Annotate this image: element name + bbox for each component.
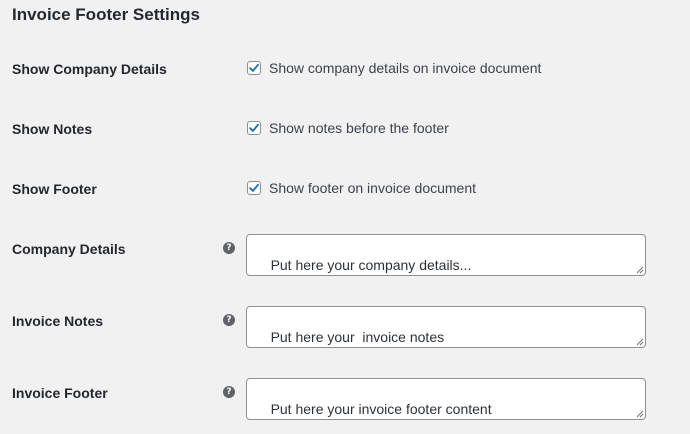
invoice-footer-settings-panel: Invoice Footer Settings Show Company Det… [0,0,690,434]
help-icon[interactable]: ? [223,386,235,398]
show-notes-checkbox-label: Show notes before the footer [269,120,449,136]
show-notes-label: Show Notes [12,121,93,137]
invoice-footer-textarea[interactable]: Put here your invoice footer content [246,378,646,420]
page-title: Invoice Footer Settings [12,5,200,24]
resize-handle-icon[interactable] [636,266,644,274]
show-footer-checkbox[interactable] [247,181,261,195]
show-footer-option[interactable]: Show footer on invoice document [247,179,476,197]
invoice-notes-textarea[interactable]: Put here your invoice notes [246,306,646,348]
show-company-details-label: Show Company Details [12,61,167,77]
resize-handle-icon[interactable] [636,410,644,418]
show-footer-label: Show Footer [12,181,97,197]
invoice-notes-label: Invoice Notes [12,313,104,329]
show-company-details-option[interactable]: Show company details on invoice document [247,59,541,77]
show-footer-checkbox-label: Show footer on invoice document [269,180,477,196]
checkmark-icon [249,63,259,72]
show-company-details-checkbox[interactable] [247,61,261,75]
help-icon[interactable]: ? [223,314,235,326]
company-details-value: Put here your company details... [270,257,472,273]
show-notes-checkbox[interactable] [247,121,261,135]
show-notes-option[interactable]: Show notes before the footer [247,119,449,137]
show-company-details-checkbox-label: Show company details on invoice document [269,60,542,76]
company-details-textarea[interactable]: Put here your company details... [246,234,646,276]
company-details-label: Company Details [12,241,126,257]
help-icon[interactable]: ? [223,242,235,254]
checkmark-icon [249,123,259,132]
checkmark-icon [249,183,259,192]
resize-handle-icon[interactable] [636,338,644,346]
invoice-footer-label: Invoice Footer [12,385,108,401]
invoice-notes-value: Put here your invoice notes [270,329,445,345]
invoice-footer-value: Put here your invoice footer content [270,401,492,417]
